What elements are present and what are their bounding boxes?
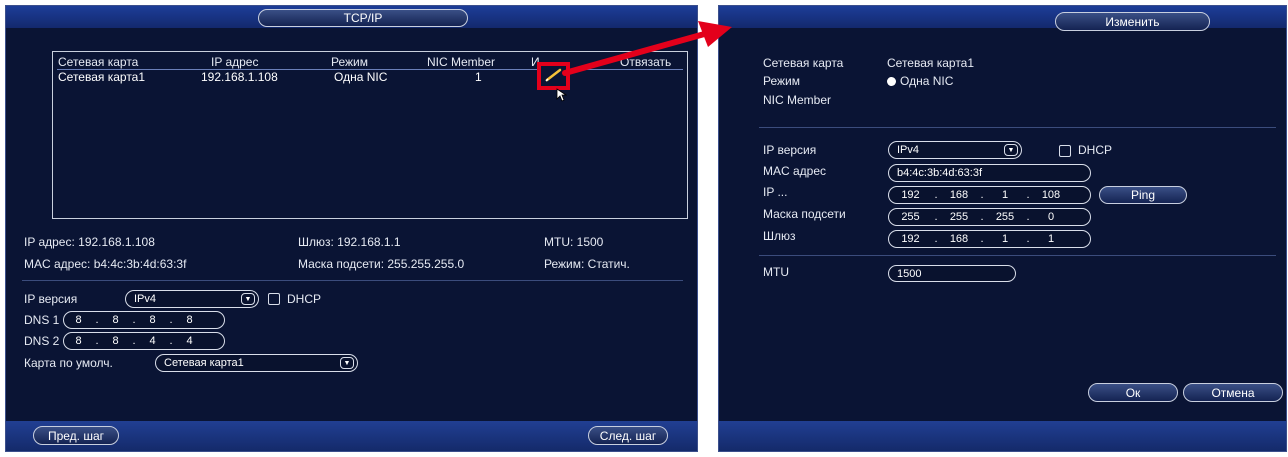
info-mac: MAC адрес: b4:4c:3b:4d:63:3f <box>24 257 187 271</box>
mode-value: Одна NIC <box>900 74 954 88</box>
cancel-button[interactable]: Отмена <box>1183 383 1283 402</box>
cell-ip: 192.168.1.108 <box>201 70 278 84</box>
mask-octet-2: 255 <box>949 211 969 223</box>
edit-nic-dialog: Изменить Сетевая карта Сетевая карта1 Ре… <box>718 5 1287 452</box>
prev-step-button[interactable]: Пред. шаг <box>33 426 119 445</box>
dns2-input[interactable]: 8. 8. 4. 4 <box>63 332 225 350</box>
col-header-mode[interactable]: Режим <box>331 55 368 69</box>
dns1-octet-3: 8 <box>149 314 156 326</box>
dns1-octet-4: 8 <box>186 314 193 326</box>
dns2-octet-3: 4 <box>149 335 156 347</box>
ip-version-select[interactable]: IPv4 ▼ <box>888 141 1022 159</box>
col-header-member[interactable]: NIC Member <box>427 55 495 69</box>
ping-button[interactable]: Ping <box>1099 186 1187 204</box>
ip-version-label: IP версия <box>763 143 817 157</box>
mtu-value: 1500 <box>897 267 922 280</box>
ip-octet-4: 108 <box>1041 189 1061 201</box>
dhcp-checkbox[interactable] <box>268 293 280 305</box>
dhcp-checkbox[interactable] <box>1059 145 1071 157</box>
nic-label: Сетевая карта <box>763 56 844 70</box>
dns2-octet-2: 8 <box>112 335 119 347</box>
mtu-label: MTU <box>763 265 789 279</box>
mac-input[interactable]: b4:4c:3b:4d:63:3f <box>888 164 1091 182</box>
dns1-octet-1: 8 <box>75 314 82 326</box>
mask-octet-3: 255 <box>995 211 1015 223</box>
gateway-input[interactable]: 192. 168. 1. 1 <box>888 230 1091 248</box>
ip-version-label: IP версия <box>24 292 78 306</box>
next-step-button[interactable]: След. шаг <box>588 426 668 445</box>
dns2-octet-1: 8 <box>75 335 82 347</box>
ip-octet-2: 168 <box>949 189 969 201</box>
ip-version-value: IPv4 <box>897 144 920 156</box>
subnet-mask-label: Маска подсети <box>763 207 846 221</box>
dns2-octet-4: 4 <box>186 335 193 347</box>
info-mtu: MTU: 1500 <box>544 235 604 249</box>
subnet-mask-input[interactable]: 255. 255. 255. 0 <box>888 208 1091 226</box>
cell-member: 1 <box>475 70 482 84</box>
info-mask: Маска подсети: 255.255.255.0 <box>298 257 465 271</box>
nic-value: Сетевая карта1 <box>887 56 975 70</box>
gateway-octet-1: 192 <box>901 233 920 245</box>
mac-label: MAC адрес <box>763 164 827 178</box>
chevron-down-icon: ▼ <box>241 293 255 305</box>
default-card-label: Карта по умолч. <box>24 356 113 370</box>
dns1-input[interactable]: 8. 8. 8. 8 <box>63 311 225 329</box>
dns1-octet-2: 8 <box>112 314 119 326</box>
panel-title: TCP/IP <box>258 9 468 27</box>
ok-button[interactable]: Ок <box>1088 383 1178 402</box>
dialog-footer-bar <box>719 421 1286 451</box>
mode-label: Режим <box>763 74 800 88</box>
gateway-label: Шлюз <box>763 229 796 243</box>
ip-input[interactable]: 192. 168. 1. 108 <box>888 186 1091 204</box>
divider <box>22 280 683 281</box>
info-ip: IP адрес: 192.168.1.108 <box>24 235 155 249</box>
chevron-down-icon: ▼ <box>1004 144 1018 156</box>
ip-octet-3: 1 <box>1001 189 1009 201</box>
gateway-octet-3: 1 <box>1001 233 1009 245</box>
dhcp-label: DHCP <box>1078 143 1113 157</box>
col-header-ip[interactable]: IP адрес <box>211 55 258 69</box>
red-arrow-icon <box>562 21 732 76</box>
divider <box>759 127 1276 128</box>
mtu-input[interactable]: 1500 <box>888 265 1016 282</box>
gateway-octet-4: 1 <box>1047 233 1055 245</box>
mask-octet-4: 0 <box>1047 211 1055 223</box>
radio-selected-icon[interactable] <box>887 77 896 86</box>
default-card-select[interactable]: Сетевая карта1 ▼ <box>155 354 358 372</box>
default-card-value: Сетевая карта1 <box>164 357 244 369</box>
info-gateway: Шлюз: 192.168.1.1 <box>298 235 401 249</box>
dns2-label: DNS 2 <box>24 334 60 348</box>
dns1-label: DNS 1 <box>24 313 60 327</box>
nic-member-label: NIC Member <box>763 93 832 107</box>
mouse-cursor-icon <box>556 88 567 102</box>
ip-octet-1: 192 <box>901 189 920 201</box>
gateway-octet-2: 168 <box>949 233 969 245</box>
dhcp-label: DHCP <box>287 292 322 306</box>
chevron-down-icon: ▼ <box>340 357 354 369</box>
ip-version-select[interactable]: IPv4 ▼ <box>125 290 259 308</box>
dialog-title: Изменить <box>1055 12 1210 31</box>
divider <box>759 255 1276 256</box>
info-mode: Режим: Статич. <box>544 257 630 271</box>
mask-octet-1: 255 <box>901 211 920 223</box>
col-header-nic[interactable]: Сетевая карта <box>58 55 138 69</box>
ip-version-value: IPv4 <box>134 293 157 305</box>
cell-nic: Сетевая карта1 <box>58 70 146 84</box>
cell-mode: Одна NIC <box>334 70 388 84</box>
mac-value: b4:4c:3b:4d:63:3f <box>897 167 983 179</box>
ip-label: IP ... <box>763 185 788 199</box>
